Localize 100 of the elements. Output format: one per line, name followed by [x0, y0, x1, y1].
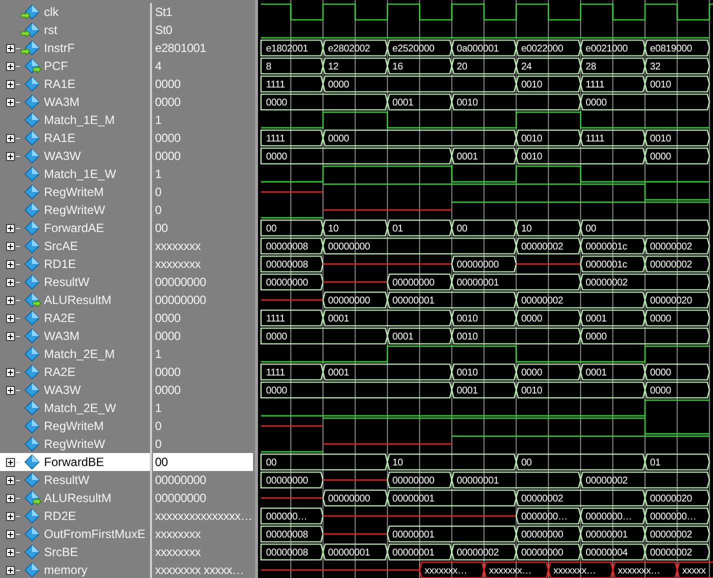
bus-value: 0010 [456, 97, 478, 108]
signal-row[interactable]: RA1E [0, 75, 152, 93]
bus-value: xxxxxxx… [424, 565, 468, 576]
signal-row[interactable]: RA2E [0, 363, 152, 381]
signal-row[interactable]: ALUResultM [0, 291, 152, 309]
expand-icon[interactable] [6, 386, 15, 394]
signal-row[interactable]: ResultW [0, 273, 152, 291]
expand-icon[interactable] [6, 548, 15, 556]
bus-value: 0000 [650, 313, 671, 324]
bus-value: 00000001 [392, 547, 434, 558]
bus-value: 00000000 [328, 241, 370, 252]
bus-value: e1802001 [266, 43, 308, 54]
expand-icon[interactable] [6, 476, 15, 484]
expand-icon[interactable] [6, 44, 15, 52]
signal-row[interactable]: ALUResultM [0, 489, 152, 507]
signal-row[interactable]: RegWriteM [0, 183, 152, 201]
expand-icon[interactable] [6, 332, 15, 340]
expand-icon[interactable] [6, 242, 15, 250]
signal-row[interactable]: Match_1E_M [0, 111, 152, 129]
bus-value: 0001 [586, 367, 607, 378]
signal-value: 0000 [155, 76, 180, 93]
bus-segment [580, 526, 646, 542]
bus-value: 0001 [392, 331, 414, 342]
expand-icon[interactable] [6, 98, 15, 106]
signal-row[interactable]: PCF [0, 57, 152, 75]
signal-row[interactable]: SrcAE [0, 237, 152, 255]
expand-icon[interactable] [6, 152, 15, 160]
signal-row[interactable]: RegWriteW [0, 201, 152, 219]
signal-value: xxxxxxxx [155, 238, 201, 255]
expand-icon[interactable] [6, 512, 15, 520]
signal-value: 1 [155, 166, 162, 183]
signal-row[interactable]: OutFromFirstMuxE [0, 525, 152, 543]
bus-value: xxxxx [682, 565, 706, 576]
signal-row[interactable]: RA2E [0, 309, 152, 327]
signal-row[interactable]: RA1E [0, 129, 152, 147]
signal-row[interactable]: WA3M [0, 93, 152, 111]
bus-value: 00000000 [328, 493, 370, 504]
expand-icon[interactable] [6, 278, 15, 286]
signal-row[interactable]: ResultW [0, 471, 152, 489]
bus-value: e0819000 [650, 43, 692, 54]
expand-icon[interactable] [6, 80, 15, 88]
signal-name: Match_2E_M [44, 346, 115, 363]
bus-value: 28 [586, 61, 596, 72]
bus-value: 0010 [521, 151, 542, 162]
expand-icon[interactable] [6, 134, 15, 142]
signal-name: RA1E [44, 130, 76, 147]
bus-value: 0000000… [586, 511, 632, 522]
bus-value: 00000002 [586, 277, 628, 288]
signal-name: ALUResultM [44, 490, 112, 507]
signal-value: 0000 [155, 310, 180, 327]
signal-row[interactable]: RD1E [0, 255, 152, 273]
signal-name: ForwardBE [44, 454, 104, 471]
signal-row[interactable]: RegWriteM [0, 417, 152, 435]
bus-value: 1111 [586, 133, 604, 144]
expand-icon[interactable] [6, 314, 15, 322]
expand-icon[interactable] [6, 224, 15, 232]
bus-value: 10 [328, 223, 338, 234]
signal-name: memory [44, 562, 88, 578]
bus-value: 0000000… [650, 511, 696, 522]
signal-row[interactable]: WA3W [0, 381, 152, 399]
expand-icon[interactable] [6, 458, 15, 466]
signal-name: RegWriteM [44, 184, 104, 201]
bus-value: 1111 [266, 367, 285, 378]
bus-value: 00000001 [456, 475, 499, 486]
signal-row[interactable]: WA3M [0, 327, 152, 345]
signal-value: St1 [155, 4, 172, 21]
signal-value: xxxxxxxx xxxxx… [155, 562, 244, 578]
signal-row[interactable]: SrcBE [0, 543, 152, 561]
signal-row[interactable]: rst [0, 21, 152, 39]
bus-value: 0000 [266, 385, 287, 396]
signal-row[interactable]: memory [0, 561, 152, 578]
expand-icon[interactable] [6, 368, 15, 376]
expand-icon[interactable] [6, 494, 15, 502]
signal-row[interactable]: RD2E [0, 507, 152, 525]
expand-icon[interactable] [6, 62, 15, 70]
signal-row[interactable]: Match_2E_M [0, 345, 152, 363]
bus-value: 1111 [266, 79, 285, 90]
bus-value: 00 [266, 457, 276, 468]
bus-value: 00 [521, 457, 532, 468]
signal-row[interactable]: Match_1E_W [0, 165, 152, 183]
expand-icon[interactable] [6, 260, 15, 268]
signal-name: RegWriteW [44, 436, 106, 453]
signal-row[interactable]: ForwardAE [0, 219, 152, 237]
bus-value: xxxxxxx… [553, 565, 596, 576]
bus-value: 00000002 [521, 295, 564, 306]
bus-value: 0000 [586, 97, 607, 108]
signal-name: clk [44, 4, 59, 21]
bus-value: 00 [586, 223, 596, 234]
signal-value: 0 [155, 436, 162, 453]
expand-icon[interactable] [6, 530, 15, 538]
bus-value: 00000000 [266, 277, 308, 288]
bus-value: 0000 [586, 331, 607, 342]
signal-row[interactable]: clk [0, 3, 152, 21]
signal-row[interactable]: WA3W [0, 147, 152, 165]
signal-row[interactable]: ForwardBE [0, 453, 152, 471]
expand-icon[interactable] [6, 296, 15, 304]
expand-icon[interactable] [6, 566, 15, 574]
bus-value: 00000002 [650, 529, 692, 540]
signal-row[interactable]: InstrF [0, 39, 152, 57]
signal-row[interactable]: Match_2E_W [0, 399, 152, 417]
